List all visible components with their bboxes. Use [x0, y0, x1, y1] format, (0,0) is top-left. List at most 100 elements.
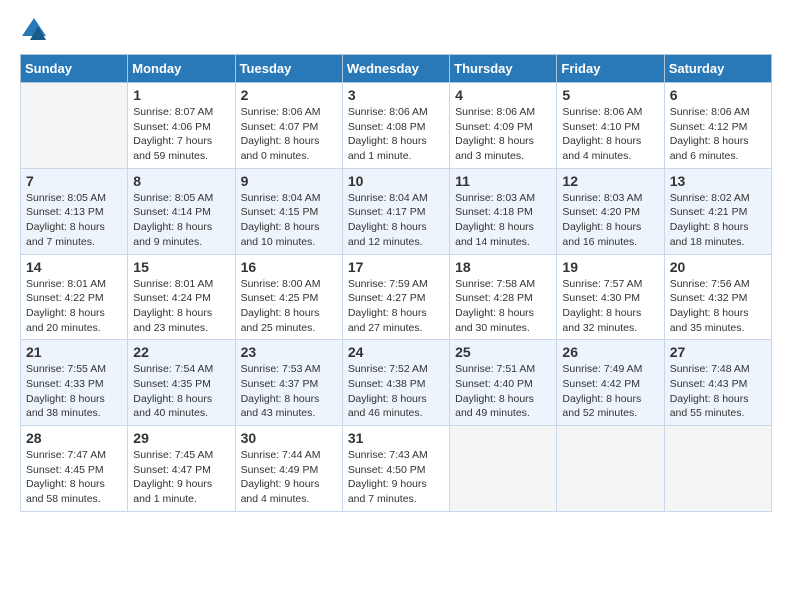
day-number: 2	[241, 87, 337, 103]
day-number: 21	[26, 344, 122, 360]
calendar-cell: 24 Sunrise: 7:52 AMSunset: 4:38 PMDayligh…	[342, 340, 449, 426]
calendar-cell: 4 Sunrise: 8:06 AMSunset: 4:09 PMDaylight…	[450, 83, 557, 169]
calendar-cell: 31 Sunrise: 7:43 AMSunset: 4:50 PMDayligh…	[342, 426, 449, 512]
calendar-cell: 9 Sunrise: 8:04 AMSunset: 4:15 PMDaylight…	[235, 168, 342, 254]
calendar-cell	[664, 426, 771, 512]
day-detail: Sunrise: 7:49 AMSunset: 4:42 PMDaylight:…	[562, 362, 658, 421]
day-number: 13	[670, 173, 766, 189]
calendar-cell: 1 Sunrise: 8:07 AMSunset: 4:06 PMDaylight…	[128, 83, 235, 169]
day-detail: Sunrise: 7:54 AMSunset: 4:35 PMDaylight:…	[133, 362, 229, 421]
calendar-cell: 22Sunrise: 7:54 AMSunset: 4:35 PMDayligh…	[128, 340, 235, 426]
header-day-saturday: Saturday	[664, 55, 771, 83]
logo-icon	[20, 16, 48, 44]
day-number: 10	[348, 173, 444, 189]
day-number: 29	[133, 430, 229, 446]
calendar-cell: 30 Sunrise: 7:44 AMSunset: 4:49 PMDayligh…	[235, 426, 342, 512]
day-number: 26	[562, 344, 658, 360]
day-number: 20	[670, 259, 766, 275]
calendar-cell: 7 Sunrise: 8:05 AMSunset: 4:13 PMDaylight…	[21, 168, 128, 254]
calendar-cell: 29 Sunrise: 7:45 AMSunset: 4:47 PMDayligh…	[128, 426, 235, 512]
header-day-thursday: Thursday	[450, 55, 557, 83]
day-detail: Sunrise: 8:06 AMSunset: 4:10 PMDaylight:…	[562, 105, 658, 164]
day-detail: Sunrise: 8:03 AMSunset: 4:18 PMDaylight:…	[455, 191, 551, 250]
day-detail: Sunrise: 7:47 AMSunset: 4:45 PMDaylight:…	[26, 448, 122, 507]
week-row-1: 1 Sunrise: 8:07 AMSunset: 4:06 PMDaylight…	[21, 83, 772, 169]
day-number: 25	[455, 344, 551, 360]
day-number: 8	[133, 173, 229, 189]
calendar-cell: 3 Sunrise: 8:06 AMSunset: 4:08 PMDaylight…	[342, 83, 449, 169]
day-detail: Sunrise: 8:06 AMSunset: 4:12 PMDaylight:…	[670, 105, 766, 164]
week-row-5: 28 Sunrise: 7:47 AMSunset: 4:45 PMDayligh…	[21, 426, 772, 512]
day-detail: Sunrise: 7:43 AMSunset: 4:50 PMDaylight:…	[348, 448, 444, 507]
calendar-cell: 19Sunrise: 7:57 AMSunset: 4:30 PMDayligh…	[557, 254, 664, 340]
calendar-cell: 23 Sunrise: 7:53 AMSunset: 4:37 PMDayligh…	[235, 340, 342, 426]
header-day-monday: Monday	[128, 55, 235, 83]
calendar-cell: 25 Sunrise: 7:51 AMSunset: 4:40 PMDayligh…	[450, 340, 557, 426]
day-detail: Sunrise: 7:59 AMSunset: 4:27 PMDaylight:…	[348, 277, 444, 336]
week-row-2: 7 Sunrise: 8:05 AMSunset: 4:13 PMDaylight…	[21, 168, 772, 254]
day-detail: Sunrise: 8:05 AMSunset: 4:14 PMDaylight:…	[133, 191, 229, 250]
day-number: 27	[670, 344, 766, 360]
day-number: 28	[26, 430, 122, 446]
day-detail: Sunrise: 7:45 AMSunset: 4:47 PMDaylight:…	[133, 448, 229, 507]
calendar-cell: 17 Sunrise: 7:59 AMSunset: 4:27 PMDayligh…	[342, 254, 449, 340]
calendar-cell	[21, 83, 128, 169]
day-detail: Sunrise: 7:48 AMSunset: 4:43 PMDaylight:…	[670, 362, 766, 421]
logo	[20, 16, 52, 44]
day-detail: Sunrise: 7:55 AMSunset: 4:33 PMDaylight:…	[26, 362, 122, 421]
header-row: SundayMondayTuesdayWednesdayThursdayFrid…	[21, 55, 772, 83]
day-detail: Sunrise: 8:04 AMSunset: 4:15 PMDaylight:…	[241, 191, 337, 250]
day-detail: Sunrise: 7:53 AMSunset: 4:37 PMDaylight:…	[241, 362, 337, 421]
day-number: 9	[241, 173, 337, 189]
day-detail: Sunrise: 8:06 AMSunset: 4:09 PMDaylight:…	[455, 105, 551, 164]
header-day-tuesday: Tuesday	[235, 55, 342, 83]
day-detail: Sunrise: 8:01 AMSunset: 4:22 PMDaylight:…	[26, 277, 122, 336]
day-number: 12	[562, 173, 658, 189]
calendar-cell: 15 Sunrise: 8:01 AMSunset: 4:24 PMDayligh…	[128, 254, 235, 340]
day-number: 19	[562, 259, 658, 275]
day-number: 4	[455, 87, 551, 103]
day-number: 15	[133, 259, 229, 275]
header-day-friday: Friday	[557, 55, 664, 83]
header-day-sunday: Sunday	[21, 55, 128, 83]
calendar-cell: 8 Sunrise: 8:05 AMSunset: 4:14 PMDaylight…	[128, 168, 235, 254]
calendar-cell: 20 Sunrise: 7:56 AMSunset: 4:32 PMDayligh…	[664, 254, 771, 340]
calendar-cell: 21 Sunrise: 7:55 AMSunset: 4:33 PMDayligh…	[21, 340, 128, 426]
day-detail: Sunrise: 7:58 AMSunset: 4:28 PMDaylight:…	[455, 277, 551, 336]
day-number: 30	[241, 430, 337, 446]
day-number: 23	[241, 344, 337, 360]
day-number: 3	[348, 87, 444, 103]
day-detail: Sunrise: 8:07 AMSunset: 4:06 PMDaylight:…	[133, 105, 229, 164]
day-number: 31	[348, 430, 444, 446]
calendar-cell	[557, 426, 664, 512]
day-number: 24	[348, 344, 444, 360]
day-detail: Sunrise: 8:00 AMSunset: 4:25 PMDaylight:…	[241, 277, 337, 336]
day-number: 6	[670, 87, 766, 103]
calendar-cell: 28 Sunrise: 7:47 AMSunset: 4:45 PMDayligh…	[21, 426, 128, 512]
day-number: 17	[348, 259, 444, 275]
day-detail: Sunrise: 8:06 AMSunset: 4:07 PMDaylight:…	[241, 105, 337, 164]
day-detail: Sunrise: 7:52 AMSunset: 4:38 PMDaylight:…	[348, 362, 444, 421]
calendar-cell: 11Sunrise: 8:03 AMSunset: 4:18 PMDayligh…	[450, 168, 557, 254]
week-row-4: 21 Sunrise: 7:55 AMSunset: 4:33 PMDayligh…	[21, 340, 772, 426]
day-detail: Sunrise: 8:01 AMSunset: 4:24 PMDaylight:…	[133, 277, 229, 336]
day-detail: Sunrise: 8:06 AMSunset: 4:08 PMDaylight:…	[348, 105, 444, 164]
week-row-3: 14Sunrise: 8:01 AMSunset: 4:22 PMDayligh…	[21, 254, 772, 340]
calendar-cell: 18Sunrise: 7:58 AMSunset: 4:28 PMDayligh…	[450, 254, 557, 340]
calendar-cell: 2 Sunrise: 8:06 AMSunset: 4:07 PMDaylight…	[235, 83, 342, 169]
calendar-cell: 27 Sunrise: 7:48 AMSunset: 4:43 PMDayligh…	[664, 340, 771, 426]
day-detail: Sunrise: 7:44 AMSunset: 4:49 PMDaylight:…	[241, 448, 337, 507]
day-number: 1	[133, 87, 229, 103]
header-day-wednesday: Wednesday	[342, 55, 449, 83]
calendar-cell: 16 Sunrise: 8:00 AMSunset: 4:25 PMDayligh…	[235, 254, 342, 340]
calendar-table: SundayMondayTuesdayWednesdayThursdayFrid…	[20, 54, 772, 512]
calendar-cell: 5Sunrise: 8:06 AMSunset: 4:10 PMDaylight…	[557, 83, 664, 169]
calendar-cell: 10Sunrise: 8:04 AMSunset: 4:17 PMDayligh…	[342, 168, 449, 254]
day-detail: Sunrise: 8:03 AMSunset: 4:20 PMDaylight:…	[562, 191, 658, 250]
day-number: 16	[241, 259, 337, 275]
day-number: 7	[26, 173, 122, 189]
calendar-cell: 26 Sunrise: 7:49 AMSunset: 4:42 PMDayligh…	[557, 340, 664, 426]
day-detail: Sunrise: 7:56 AMSunset: 4:32 PMDaylight:…	[670, 277, 766, 336]
day-detail: Sunrise: 7:51 AMSunset: 4:40 PMDaylight:…	[455, 362, 551, 421]
day-detail: Sunrise: 8:05 AMSunset: 4:13 PMDaylight:…	[26, 191, 122, 250]
